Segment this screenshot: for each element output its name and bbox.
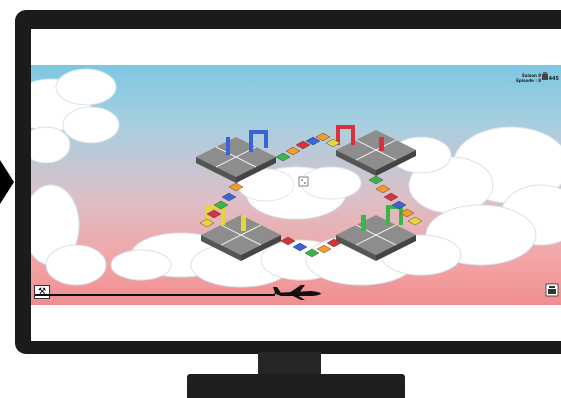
hud-episode: Episode : 8: [516, 78, 541, 83]
flight-progress-line: [35, 294, 275, 296]
cloud-left: [31, 68, 120, 164]
airplane-icon: [273, 285, 321, 300]
pointer-arrow-icon: [0, 160, 14, 204]
game-viewport[interactable]: Saison 8 Episode : 8 445 ⚒: [31, 65, 561, 305]
cloud-center: [237, 166, 362, 220]
hud-score: 445: [548, 76, 559, 82]
dice-icon: [298, 176, 309, 187]
monitor-screen: Saison 8 Episode : 8 445 ⚒: [31, 29, 561, 341]
monitor-neck: [258, 352, 321, 376]
hud-season-episode: Saison 8 Episode : 8: [516, 73, 541, 83]
game-scene: [31, 68, 561, 288]
tools-icon[interactable]: ⚒: [34, 285, 50, 299]
cloud-left-mid: [31, 184, 107, 286]
garage-icon[interactable]: [545, 283, 559, 297]
monitor-stand: [187, 374, 405, 398]
